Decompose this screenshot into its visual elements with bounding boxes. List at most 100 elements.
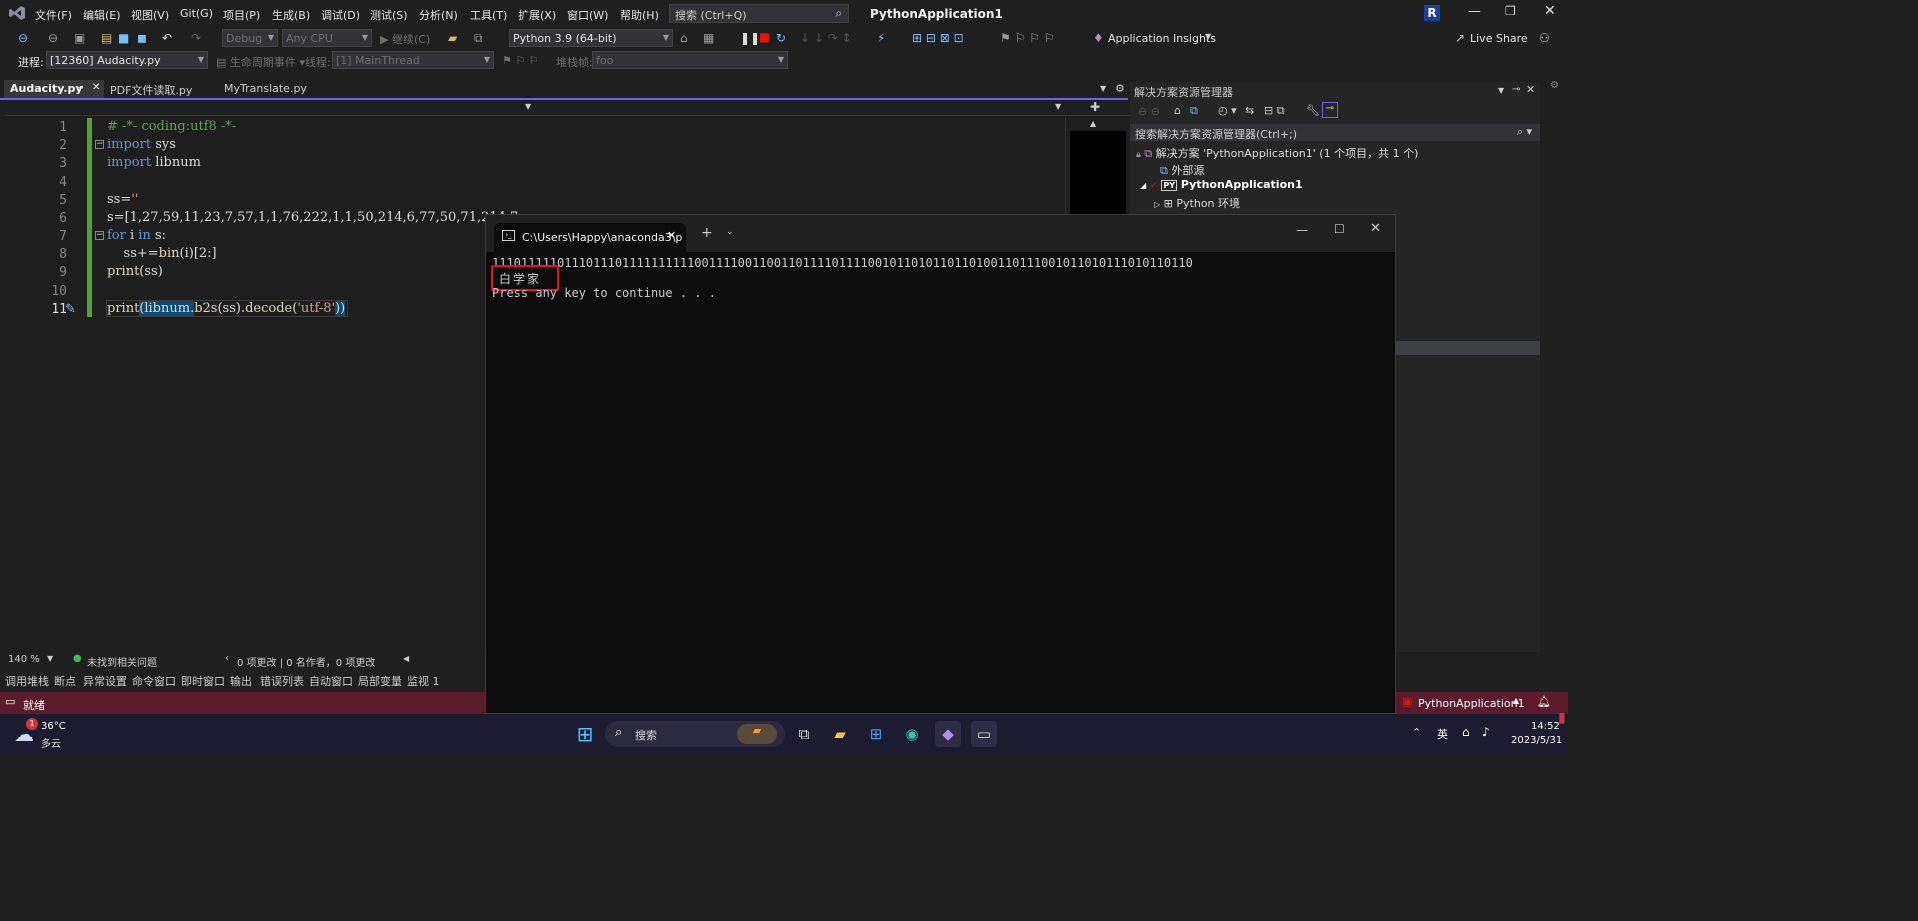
pin-icon[interactable]: ⊸ — [76, 83, 84, 93]
console-tab-close-icon[interactable]: ✕ — [667, 229, 676, 242]
file-explorer-icon[interactable]: ▰ — [827, 721, 853, 747]
menu-build[interactable]: 生成(B) — [272, 7, 310, 23]
edge-icon[interactable]: ◉ — [899, 721, 925, 747]
switch-views-icon[interactable]: ⧉ — [1190, 104, 1198, 118]
weather-widget[interactable]: ☁ 1 36°C 多云 — [14, 718, 114, 750]
project-status[interactable]: PythonApplication1 — [1418, 697, 1525, 710]
scroll-up-icon[interactable]: ▲ — [1090, 119, 1096, 128]
hot-reload-icon[interactable]: ⚡ — [877, 31, 885, 45]
changes-left-icon[interactable]: ‹ — [225, 653, 229, 664]
menu-test[interactable]: 测试(S) — [370, 7, 408, 23]
network-icon[interactable]: ⌂ — [1462, 725, 1470, 739]
live-share-icon[interactable]: ↗ — [1455, 31, 1465, 45]
menu-view[interactable]: 视图(V) — [131, 7, 169, 23]
clock-date[interactable]: 2023/5/31 — [1511, 735, 1562, 746]
tree-item-solution[interactable]: 🔒︎ ⧉ 解决方案 'PythonApplication1' (1 个项目，共 … — [1136, 145, 1418, 161]
task-view-icon[interactable]: ⧉ — [791, 721, 817, 747]
tab-call-stack[interactable]: 调用堆栈 — [5, 673, 49, 689]
insights-icon[interactable]: ♦ — [1093, 31, 1104, 45]
tree-item-external[interactable]: ⧉ 外部源 — [1160, 162, 1204, 178]
console-window[interactable]: ›_ C:\Users\Happy\anaconda3\p ✕ + ⌄ — ☐ … — [485, 214, 1396, 714]
vs-logo-icon[interactable] — [8, 5, 26, 21]
panel-close-icon[interactable]: ✕ — [1526, 83, 1535, 96]
store-icon[interactable]: ⊞ — [863, 721, 889, 747]
insights-chevron-icon[interactable]: ▼ — [1205, 32, 1211, 41]
zoom-level[interactable]: 140 % — [8, 654, 40, 665]
tab-mytranslate[interactable]: MyTranslate.py — [218, 80, 332, 98]
platform-dropdown[interactable]: Any CPU ▼ — [282, 29, 372, 47]
properties-icon[interactable]: 🔧︎ — [1306, 104, 1320, 117]
tab-autos[interactable]: 自动窗口 — [309, 673, 353, 689]
new-tab-icon[interactable]: + — [701, 225, 713, 241]
console-maximize-button[interactable]: ☐ — [1334, 222, 1345, 236]
side-tool-label[interactable]: ⚙ — [1549, 80, 1560, 91]
collapse-for-icon[interactable]: − — [95, 231, 104, 240]
pause-icon[interactable]: ❚❚ — [740, 31, 760, 45]
layout2-icon[interactable]: ▦ — [703, 31, 714, 45]
bookmark-icon[interactable]: ⚑ ⚐ ⚐ ⚐ — [1000, 31, 1054, 45]
menu-git[interactable]: Git(G) — [180, 7, 213, 20]
open-icon[interactable]: ▤ — [101, 31, 112, 45]
back-icon[interactable]: ⊖ — [18, 31, 28, 45]
tab-audacity[interactable]: Audacity.py ⊸ ✕ — [4, 80, 104, 98]
continue-button[interactable]: ▶ 继续(C) — [380, 31, 430, 47]
layout-icon[interactable]: ⧉ — [474, 31, 483, 45]
pending-changes-icon[interactable]: ◴ ▾ — [1218, 104, 1237, 117]
tree-item-project[interactable]: ◢ ✓ PY PythonApplication1 — [1140, 178, 1303, 191]
tab-immediate-window[interactable]: 即时窗口 — [181, 673, 225, 689]
tab-command-window[interactable]: 命令窗口 — [132, 673, 176, 689]
thread-dropdown[interactable]: [1] MainThread ▼ — [332, 51, 494, 69]
taskbar-search[interactable]: ⌕ 搜索 ▰ — [605, 721, 785, 747]
menu-file[interactable]: 文件(F) — [35, 7, 72, 23]
menu-debug[interactable]: 调试(D) — [321, 7, 360, 23]
search-input[interactable]: 搜索 (Ctrl+Q) ⌕ — [669, 4, 849, 23]
menu-extensions[interactable]: 扩展(X) — [518, 7, 556, 23]
zoom-dropdown-icon[interactable]: ▼ — [47, 654, 53, 663]
start-icon[interactable]: ⊞ — [572, 721, 598, 747]
python-env-dropdown[interactable]: Python 3.9 (64-bit) ▼ — [509, 29, 673, 47]
new-item-icon[interactable]: ▣ — [74, 31, 85, 45]
tab-dropdown-icon[interactable]: ⌄ — [726, 227, 734, 237]
feedback-icon[interactable]: ⚇ — [1539, 31, 1550, 45]
user-avatar[interactable]: R — [1424, 5, 1440, 21]
tab-locals[interactable]: 局部变量 — [358, 673, 402, 689]
application-insights-button[interactable]: Application Insights — [1108, 32, 1216, 45]
notifications-icon[interactable]: 🔔︎ — [1537, 695, 1551, 708]
sync-icon[interactable]: ⇆ — [1245, 104, 1254, 117]
scroll-left-icon[interactable]: ◀ — [403, 654, 409, 663]
home-icon[interactable]: ⌂ — [1174, 104, 1181, 117]
redo-icon[interactable]: ↷ — [191, 31, 201, 45]
menu-help[interactable]: 帮助(H) — [620, 7, 659, 23]
console-close-button[interactable]: ✕ — [1370, 221, 1381, 236]
minimize-button[interactable]: — — [1468, 4, 1481, 19]
split-icon[interactable]: ✚ — [1090, 100, 1100, 114]
stop-icon[interactable]: ■ — [759, 30, 770, 44]
lifecycle-events[interactable]: ▤ 生命周期事件 ▾ — [216, 54, 305, 70]
tab-watch[interactable]: 监视 1 — [407, 673, 440, 689]
console-tab[interactable]: ›_ C:\Users\Happy\anaconda3\p ✕ — [494, 223, 686, 252]
tab-exception-settings[interactable]: 异常设置 — [83, 673, 127, 689]
nav-dropdown-left-icon[interactable]: ▼ — [525, 102, 531, 111]
save-icon[interactable]: ■ — [118, 31, 129, 45]
issues-status[interactable]: 未找到相关问题 — [87, 654, 157, 669]
close-button[interactable]: ✕ — [1544, 3, 1556, 19]
clock-time[interactable]: 14:52 — [1531, 721, 1560, 732]
quick-action-icon[interactable]: ✎ — [65, 302, 76, 317]
step-icons[interactable]: ↓ ↓ ↷ ↕ — [800, 31, 852, 45]
menu-analyze[interactable]: 分析(N) — [419, 7, 458, 23]
env-icon[interactable]: ⌂ — [680, 31, 688, 45]
tab-output[interactable]: 输出 — [230, 673, 252, 689]
notification-center-icon[interactable]: ▮ — [1558, 710, 1566, 726]
undo-icon[interactable]: ↶ — [162, 31, 172, 45]
menu-window[interactable]: 窗口(W) — [567, 7, 608, 23]
restart-icon[interactable]: ↻ — [776, 31, 786, 45]
stackframe-dropdown[interactable]: foo ▼ — [592, 51, 788, 69]
sln-back-icon[interactable]: ⊖ ⊖ — [1138, 105, 1160, 118]
collapse-all-icon[interactable]: ⊟ ⧉ — [1264, 104, 1285, 118]
panel-pin-icon[interactable]: ⊸ — [1512, 84, 1520, 95]
process-dropdown[interactable]: [12360] Audacity.py ▼ — [46, 51, 208, 69]
config-dropdown[interactable]: Debug ▼ — [222, 29, 278, 47]
tab-error-list[interactable]: 错误列表 — [260, 673, 304, 689]
tab-settings-icon[interactable]: ⚙ — [1115, 82, 1125, 95]
flag-icons[interactable]: ⚑ ⚐ ⚐ — [502, 54, 539, 67]
